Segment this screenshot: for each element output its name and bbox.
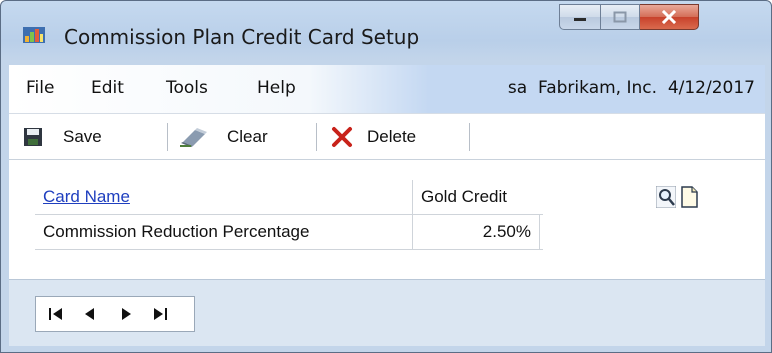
toolbar: Save Clear Delete — [9, 113, 765, 160]
last-record-icon[interactable] — [150, 306, 170, 322]
toolbar-separator — [316, 123, 317, 151]
first-record-icon[interactable] — [46, 306, 66, 322]
user-company-date: sa Fabrikam, Inc. 4/12/2017 — [507, 78, 755, 98]
maximize-button[interactable] — [601, 4, 640, 30]
status-bar — [9, 279, 765, 346]
floppy-disk-icon — [24, 128, 42, 146]
clear-label: Clear — [227, 127, 268, 146]
close-icon — [661, 10, 677, 24]
card-name-field[interactable]: Gold Credit — [412, 180, 721, 214]
toolbar-separator — [167, 123, 168, 151]
delete-button[interactable]: Delete — [331, 114, 416, 160]
card-name-link[interactable]: Card Name — [43, 187, 130, 207]
toolbar-separator — [469, 123, 470, 151]
minimize-button[interactable] — [559, 4, 601, 30]
window-title: Commission Plan Credit Card Setup — [64, 25, 420, 49]
commission-field[interactable]: 2.50% — [412, 215, 540, 249]
window-controls — [559, 4, 699, 30]
menu-tools[interactable]: Tools — [166, 78, 208, 98]
menu-help[interactable]: Help — [257, 78, 296, 98]
new-document-icon[interactable] — [679, 186, 699, 208]
app-icon — [23, 27, 45, 43]
title-bar[interactable]: Commission Plan Credit Card Setup — [1, 1, 771, 63]
save-label: Save — [63, 127, 102, 146]
minimize-icon — [574, 18, 586, 21]
record-navigation — [35, 296, 195, 332]
save-button[interactable]: Save — [23, 114, 102, 160]
menu-file[interactable]: File — [26, 78, 54, 98]
menu-bar: File Edit Tools Help sa Fabrikam, Inc. 4… — [9, 65, 765, 113]
magnifier-lookup-icon[interactable] — [656, 186, 676, 208]
window: Commission Plan Credit Card Setup File E… — [0, 0, 772, 353]
menu-edit[interactable]: Edit — [91, 78, 124, 98]
red-x-delete-icon — [332, 127, 352, 147]
commission-label: Commission Reduction Percentage — [43, 222, 310, 241]
card-name-row: Card Name Gold Credit — [35, 180, 721, 215]
eraser-icon — [180, 128, 207, 147]
form-area: Card Name Gold Credit Commission Reducti… — [9, 159, 765, 280]
maximize-icon — [613, 11, 627, 23]
commission-row: Commission Reduction Percentage 2.50% — [35, 215, 543, 250]
commission-value: 2.50% — [482, 222, 531, 241]
previous-record-icon[interactable] — [80, 306, 100, 322]
close-button[interactable] — [640, 4, 699, 30]
card-name-value: Gold Credit — [421, 187, 507, 206]
next-record-icon[interactable] — [116, 306, 136, 322]
clear-button[interactable]: Clear — [179, 114, 268, 160]
delete-label: Delete — [367, 127, 417, 146]
